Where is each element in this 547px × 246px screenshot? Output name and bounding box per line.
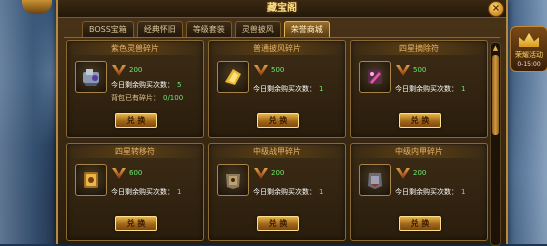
inner-armor-icon [368,173,382,189]
tab-divider [64,37,500,38]
event-badge-time: 0-15:00 [517,61,541,68]
tab-bar: BOSS宝箱 经典怀旧 等级套装 灵兽披风 荣誉商城 [82,21,330,37]
price: 200 [271,169,285,177]
shop-grid: 紫色灵兽碎片 200 今日剩余购买次数： 5 背包已有碎片： 0/100 兑 换 普… [64,39,490,244]
title-bar: 藏宝阁 × [58,0,506,18]
price: 200 [129,66,143,74]
card-title: 紫色灵兽碎片 [67,42,203,55]
event-badge[interactable]: 荣耀活动 0-15:00 [510,26,547,72]
item-slot[interactable] [75,164,107,196]
exchange-button[interactable]: 兑 换 [399,216,441,231]
exchange-button[interactable]: 兑 换 [257,216,299,231]
tab-boss-chest[interactable]: BOSS宝箱 [82,21,134,37]
remaining-purchases: 今日剩余购买次数： 5 [111,81,182,89]
scrollbar[interactable]: ▲ [490,42,501,246]
owned-shards: 背包已有碎片： 0/100 [111,94,184,102]
beast-shard-icon [83,69,99,86]
shop-card: 中级战甲碎片 200 今日剩余购买次数： 1 兑 换 [208,143,346,241]
exchange-button[interactable]: 兑 换 [115,216,157,231]
honor-medal-icon [254,168,268,179]
scroll-up-icon[interactable]: ▲ [491,44,500,53]
shop-card: 四星转移符 600 今日剩余购买次数： 1 兑 换 [66,143,204,241]
price: 200 [413,169,427,177]
card-title: 四星摘除符 [351,42,487,55]
tab-beast-cloak[interactable]: 灵兽披风 [234,21,281,37]
window-title: 藏宝阁 [267,3,297,14]
price: 500 [413,66,427,74]
shop-card: 中级内甲碎片 200 今日剩余购买次数： 1 兑 换 [350,143,488,241]
shop-card: 紫色灵兽碎片 200 今日剩余购买次数： 5 背包已有碎片： 0/100 兑 换 [66,40,204,138]
price: 600 [129,169,143,177]
item-slot[interactable] [359,164,391,196]
close-button[interactable]: × [488,1,504,17]
scroll-thumb[interactable] [492,55,499,135]
star-transfer-icon [84,172,98,188]
star-removal-icon [368,70,382,84]
event-badge-label: 荣耀活动 [515,51,543,59]
exchange-button[interactable]: 兑 换 [115,113,157,128]
card-title: 中级战甲碎片 [209,145,345,158]
item-slot[interactable] [217,61,249,93]
remaining-purchases: 今日剩余购买次数： 1 [395,85,466,93]
card-title: 普通披风碎片 [209,42,345,55]
price: 500 [271,66,285,74]
card-title: 四星转移符 [67,145,203,158]
snow-cliff-left [0,0,60,244]
remaining-purchases: 今日剩余购买次数： 1 [253,85,324,93]
battle-armor-icon [226,174,240,189]
honor-medal-icon [396,168,410,179]
crown-icon [519,33,539,47]
shop-card: 普通披风碎片 500 今日剩余购买次数： 1 兑 换 [208,40,346,138]
remaining-purchases: 今日剩余购买次数： 1 [111,188,182,196]
honor-medal-icon [112,65,126,76]
treasure-pavilion-window: 藏宝阁 × BOSS宝箱 经典怀旧 等级套装 灵兽披风 荣誉商城 紫色灵兽碎片 … [56,0,508,246]
item-slot[interactable] [217,164,249,196]
card-title: 中级内甲碎片 [351,145,487,158]
honor-medal-icon [112,168,126,179]
tab-classic[interactable]: 经典怀旧 [136,21,183,37]
cloak-shard-icon [225,69,241,85]
exchange-button[interactable]: 兑 换 [399,113,441,128]
tab-honor-shop[interactable]: 荣誉商城 [283,21,330,37]
tab-level-set[interactable]: 等级套装 [185,21,232,37]
exchange-button[interactable]: 兑 换 [257,113,299,128]
item-slot[interactable] [359,61,391,93]
honor-medal-icon [396,65,410,76]
remaining-purchases: 今日剩余购买次数： 1 [395,188,466,196]
honor-medal-icon [254,65,268,76]
item-slot[interactable] [75,61,107,93]
remaining-purchases: 今日剩余购买次数： 1 [253,188,324,196]
shop-card: 四星摘除符 500 今日剩余购买次数： 1 兑 换 [350,40,488,138]
